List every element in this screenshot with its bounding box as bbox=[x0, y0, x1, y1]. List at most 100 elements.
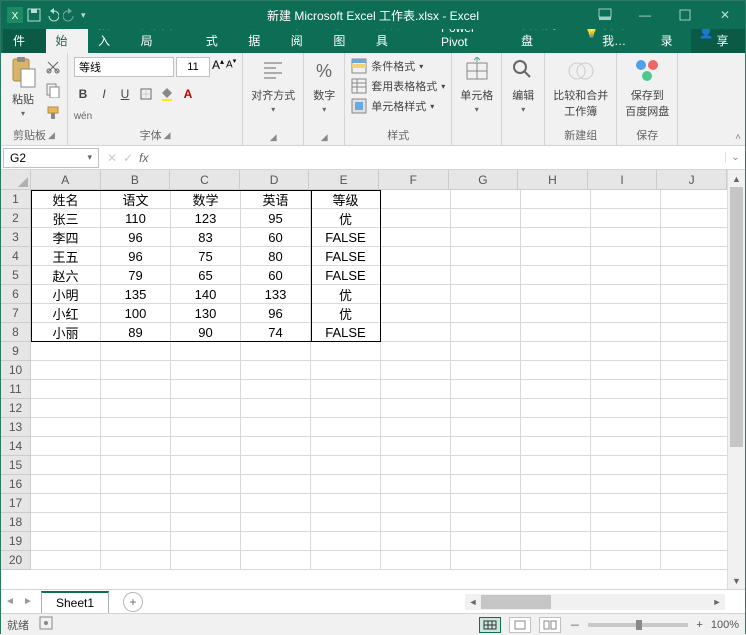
cell[interactable] bbox=[521, 342, 591, 361]
cell[interactable] bbox=[591, 437, 661, 456]
sheet-tab[interactable]: Sheet1 bbox=[41, 591, 109, 613]
save-icon[interactable] bbox=[27, 8, 41, 22]
name-box[interactable]: G2▾ bbox=[3, 148, 99, 168]
cell[interactable] bbox=[591, 361, 661, 380]
cell[interactable] bbox=[451, 475, 521, 494]
cell[interactable] bbox=[661, 323, 731, 342]
cell[interactable] bbox=[451, 285, 521, 304]
cell[interactable]: 90 bbox=[171, 323, 241, 342]
dialog-launcher-icon[interactable]: ◢ bbox=[48, 130, 55, 141]
cell[interactable] bbox=[171, 475, 241, 494]
cell[interactable] bbox=[521, 209, 591, 228]
cell[interactable] bbox=[591, 285, 661, 304]
cell[interactable]: 95 bbox=[241, 209, 311, 228]
dialog-launcher-icon[interactable]: ◢ bbox=[321, 132, 328, 143]
cell[interactable]: 74 bbox=[241, 323, 311, 342]
cell[interactable] bbox=[31, 361, 101, 380]
cell[interactable]: 96 bbox=[101, 247, 171, 266]
border-icon[interactable] bbox=[137, 87, 155, 101]
cell[interactable]: 数学 bbox=[171, 190, 241, 209]
cell[interactable] bbox=[591, 323, 661, 342]
decrease-font-icon[interactable]: A▾ bbox=[226, 57, 236, 77]
macro-record-icon[interactable] bbox=[39, 616, 53, 633]
zoom-level[interactable]: 100% bbox=[711, 619, 739, 631]
cell[interactable] bbox=[451, 228, 521, 247]
cell[interactable] bbox=[101, 418, 171, 437]
scroll-up-icon[interactable]: ▲ bbox=[728, 170, 745, 187]
cell[interactable] bbox=[591, 342, 661, 361]
cell[interactable] bbox=[591, 475, 661, 494]
cell[interactable] bbox=[661, 513, 731, 532]
row-header[interactable]: 17 bbox=[1, 494, 31, 513]
cell[interactable]: 110 bbox=[101, 209, 171, 228]
sheet-nav-prev-icon[interactable]: ◄ bbox=[1, 596, 19, 607]
cell[interactable] bbox=[381, 342, 451, 361]
cell[interactable] bbox=[381, 513, 451, 532]
cell[interactable] bbox=[381, 266, 451, 285]
font-color-icon[interactable]: A bbox=[179, 87, 197, 101]
fx-icon[interactable]: fx bbox=[139, 151, 148, 165]
cell[interactable]: 姓名 bbox=[31, 190, 101, 209]
cell[interactable] bbox=[521, 323, 591, 342]
cell[interactable] bbox=[311, 361, 381, 380]
increase-font-icon[interactable]: A▴ bbox=[212, 57, 224, 77]
row-header[interactable]: 2 bbox=[1, 209, 31, 228]
cell[interactable] bbox=[591, 551, 661, 570]
cell[interactable] bbox=[661, 361, 731, 380]
cell[interactable] bbox=[661, 342, 731, 361]
cell[interactable] bbox=[171, 418, 241, 437]
spreadsheet-grid[interactable]: ABCDEFGHIJ 12345678910111213141516171819… bbox=[1, 170, 745, 589]
cell[interactable] bbox=[241, 494, 311, 513]
cell[interactable]: 130 bbox=[171, 304, 241, 323]
cell[interactable] bbox=[591, 380, 661, 399]
cell[interactable] bbox=[451, 304, 521, 323]
cell[interactable] bbox=[381, 304, 451, 323]
cell[interactable] bbox=[591, 190, 661, 209]
cell-style-button[interactable]: 单元格样式▾ bbox=[351, 97, 434, 115]
cell[interactable] bbox=[101, 475, 171, 494]
cell[interactable]: 96 bbox=[101, 228, 171, 247]
cell[interactable] bbox=[381, 247, 451, 266]
cell[interactable]: 优 bbox=[311, 209, 381, 228]
cell[interactable] bbox=[521, 437, 591, 456]
cell[interactable] bbox=[661, 418, 731, 437]
column-header[interactable]: A bbox=[31, 170, 101, 190]
scroll-right-icon[interactable]: ► bbox=[709, 597, 725, 607]
row-header[interactable]: 7 bbox=[1, 304, 31, 323]
cell[interactable] bbox=[101, 342, 171, 361]
cell[interactable] bbox=[381, 494, 451, 513]
cell[interactable] bbox=[661, 285, 731, 304]
cell[interactable]: 123 bbox=[171, 209, 241, 228]
close-icon[interactable]: ✕ bbox=[705, 1, 745, 29]
cell[interactable]: 65 bbox=[171, 266, 241, 285]
cell[interactable] bbox=[451, 342, 521, 361]
cell[interactable] bbox=[591, 513, 661, 532]
normal-view-icon[interactable] bbox=[479, 617, 501, 633]
cell[interactable] bbox=[661, 228, 731, 247]
cell[interactable] bbox=[451, 494, 521, 513]
cell[interactable] bbox=[171, 361, 241, 380]
italic-icon[interactable]: I bbox=[95, 87, 113, 101]
cell[interactable]: 96 bbox=[241, 304, 311, 323]
cell[interactable] bbox=[661, 494, 731, 513]
cell[interactable] bbox=[381, 475, 451, 494]
cell[interactable] bbox=[241, 475, 311, 494]
cell[interactable]: 89 bbox=[101, 323, 171, 342]
cell[interactable] bbox=[661, 304, 731, 323]
cell[interactable] bbox=[311, 399, 381, 418]
row-header[interactable]: 6 bbox=[1, 285, 31, 304]
expand-formula-icon[interactable]: ⌄ bbox=[725, 152, 745, 163]
cell[interactable] bbox=[451, 323, 521, 342]
column-header[interactable]: G bbox=[449, 170, 519, 190]
cell[interactable] bbox=[241, 418, 311, 437]
row-header[interactable]: 18 bbox=[1, 513, 31, 532]
cell[interactable] bbox=[241, 399, 311, 418]
row-header[interactable]: 4 bbox=[1, 247, 31, 266]
cell[interactable] bbox=[381, 285, 451, 304]
row-header[interactable]: 10 bbox=[1, 361, 31, 380]
vertical-scrollbar[interactable]: ▲ ▼ bbox=[727, 170, 745, 589]
select-all-button[interactable] bbox=[1, 170, 31, 190]
cell[interactable] bbox=[171, 456, 241, 475]
row-header[interactable]: 14 bbox=[1, 437, 31, 456]
editing-button[interactable]: 编辑 ▾ bbox=[508, 57, 538, 114]
